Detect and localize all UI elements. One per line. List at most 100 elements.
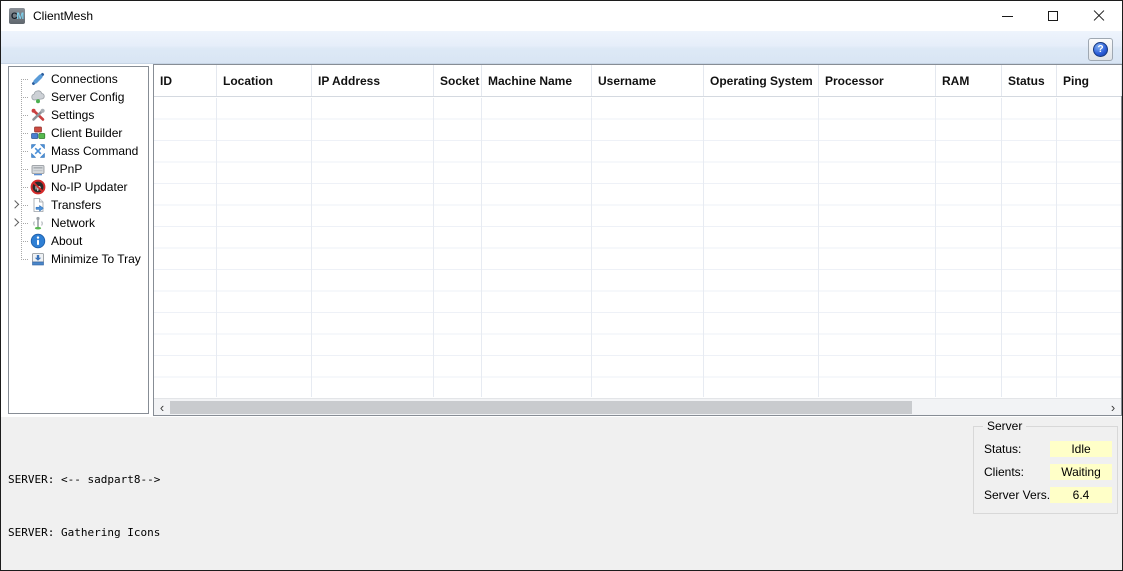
column-header-processor[interactable]: Processor [819, 65, 936, 96]
server-field-label-status: Status: [984, 442, 1021, 456]
column-header-label: Socket [440, 74, 479, 88]
log-line: SERVER: Gathering Icons [8, 526, 399, 539]
minimize-button[interactable] [984, 1, 1030, 31]
column-header-machine-name[interactable]: Machine Name [482, 65, 592, 96]
scroll-right-icon[interactable]: › [1105, 399, 1121, 415]
column-header-socket[interactable]: Socket [434, 65, 482, 96]
server-field-value-clients: Waiting [1050, 464, 1112, 480]
minimize-icon [1002, 16, 1013, 17]
column-header-ping[interactable]: Ping [1057, 65, 1122, 96]
sidebar-item-mass-command[interactable]: Mass Command [9, 142, 148, 160]
sidebar-item-label: Connections [51, 72, 118, 86]
server-field-value-status: Idle [1050, 441, 1112, 457]
sidebar-item-client-builder[interactable]: Client Builder [9, 124, 148, 142]
table-header-row: ID Location IP Address Socket Machine Na… [154, 65, 1121, 97]
table-body-column [1002, 98, 1057, 397]
sidebar-item-label: Client Builder [51, 126, 122, 140]
column-header-label: Username [598, 74, 656, 88]
server-groupbox: Server Status: Idle Clients: Waiting Ser… [973, 426, 1118, 514]
upnp-icon [30, 161, 46, 177]
expand-chevron-icon[interactable] [11, 200, 19, 208]
sidebar-item-about[interactable]: About [9, 232, 148, 250]
column-header-label: RAM [942, 74, 969, 88]
sidebar-item-transfers[interactable]: Transfers [9, 196, 148, 214]
column-header-id[interactable]: ID [154, 65, 217, 96]
sidebar-item-minimize-to-tray[interactable]: Minimize To Tray [9, 250, 148, 268]
network-icon [30, 215, 46, 231]
column-header-label: Machine Name [488, 74, 572, 88]
mass-command-icon [30, 143, 46, 159]
server-field-row: Server Vers. 6.4 [984, 486, 1112, 503]
sidebar-item-label: Network [51, 216, 95, 230]
column-header-label: Processor [825, 74, 884, 88]
toolbar: ? [1, 31, 1122, 64]
client-builder-icon [30, 125, 46, 141]
log-line: SERVER: <-- sadpart8--> [8, 473, 399, 486]
help-button[interactable]: ? [1088, 38, 1113, 61]
table-body-column [936, 98, 1002, 397]
column-header-operating-system[interactable]: Operating System [704, 65, 819, 96]
no-ip-updater-icon: ip [30, 179, 46, 195]
clientmesh-window: CM ClientMesh ? Connections [0, 0, 1123, 571]
column-header-label: Operating System [710, 74, 813, 88]
column-header-label: IP Address [318, 74, 380, 88]
horizontal-scrollbar[interactable]: ‹ › [154, 398, 1121, 415]
column-header-location[interactable]: Location [217, 65, 312, 96]
sidebar-item-network[interactable]: Network [9, 214, 148, 232]
table-body-column [592, 98, 704, 397]
sidebar-item-label: Transfers [51, 198, 101, 212]
table-body[interactable] [154, 98, 1121, 397]
table-body-column [154, 98, 217, 397]
sidebar-item-label: No-IP Updater [51, 180, 127, 194]
sidebar-item-no-ip-updater[interactable]: ip No-IP Updater [9, 178, 148, 196]
connections-icon [30, 71, 46, 87]
sidebar-tree: Connections Server Config Settings [9, 67, 148, 413]
sidebar-item-server-config[interactable]: Server Config [9, 88, 148, 106]
table-body-column [1057, 98, 1121, 397]
app-logo-icon: CM [9, 8, 25, 24]
settings-icon [30, 107, 46, 123]
server-groupbox-title: Server [983, 419, 1026, 433]
column-header-label: ID [160, 74, 172, 88]
table-body-column [312, 98, 434, 397]
about-icon [30, 233, 46, 249]
maximize-button[interactable] [1030, 1, 1076, 31]
expand-chevron-icon[interactable] [11, 218, 19, 226]
column-header-username[interactable]: Username [592, 65, 704, 96]
sidebar-item-label: Minimize To Tray [51, 252, 141, 266]
table-body-column [434, 98, 482, 397]
column-header-ram[interactable]: RAM [936, 65, 1002, 96]
logo-letter-m: M [17, 11, 24, 21]
scrollbar-thumb[interactable] [170, 401, 912, 414]
server-field-label-clients: Clients: [984, 465, 1024, 479]
column-header-status[interactable]: Status [1002, 65, 1057, 96]
table-body-column [482, 98, 592, 397]
server-field-label-server-vers: Server Vers. [984, 488, 1050, 502]
server-log: SERVER: <-- sadpart8--> SERVER: Gatherin… [8, 420, 399, 571]
column-header-label: Location [223, 74, 273, 88]
table-body-column [819, 98, 936, 397]
column-header-label: Status [1008, 74, 1045, 88]
server-field-row: Clients: Waiting [984, 463, 1112, 480]
table-body-column [704, 98, 819, 397]
clients-table: ID Location IP Address Socket Machine Na… [153, 64, 1122, 416]
column-header-label: Ping [1063, 74, 1089, 88]
server-config-icon [30, 89, 46, 105]
server-fields: Status: Idle Clients: Waiting Server Ver… [974, 427, 1117, 503]
close-button[interactable] [1076, 1, 1122, 31]
sidebar-item-upnp[interactable]: UPnP [9, 160, 148, 178]
transfers-icon [30, 197, 46, 213]
sidebar-item-label: Settings [51, 108, 94, 122]
titlebar[interactable]: CM ClientMesh [1, 1, 1122, 31]
sidebar-item-label: UPnP [51, 162, 82, 176]
sidebar-item-settings[interactable]: Settings [9, 106, 148, 124]
window-controls [984, 1, 1122, 31]
sidebar-item-connections[interactable]: Connections [9, 70, 148, 88]
sidebar: Connections Server Config Settings [8, 66, 149, 414]
sidebar-item-label: Server Config [51, 90, 124, 104]
scroll-left-icon[interactable]: ‹ [154, 399, 170, 415]
server-field-value-server-vers: 6.4 [1050, 487, 1112, 503]
maximize-icon [1048, 11, 1058, 21]
column-header-ip-address[interactable]: IP Address [312, 65, 434, 96]
sidebar-item-label: About [51, 234, 82, 248]
